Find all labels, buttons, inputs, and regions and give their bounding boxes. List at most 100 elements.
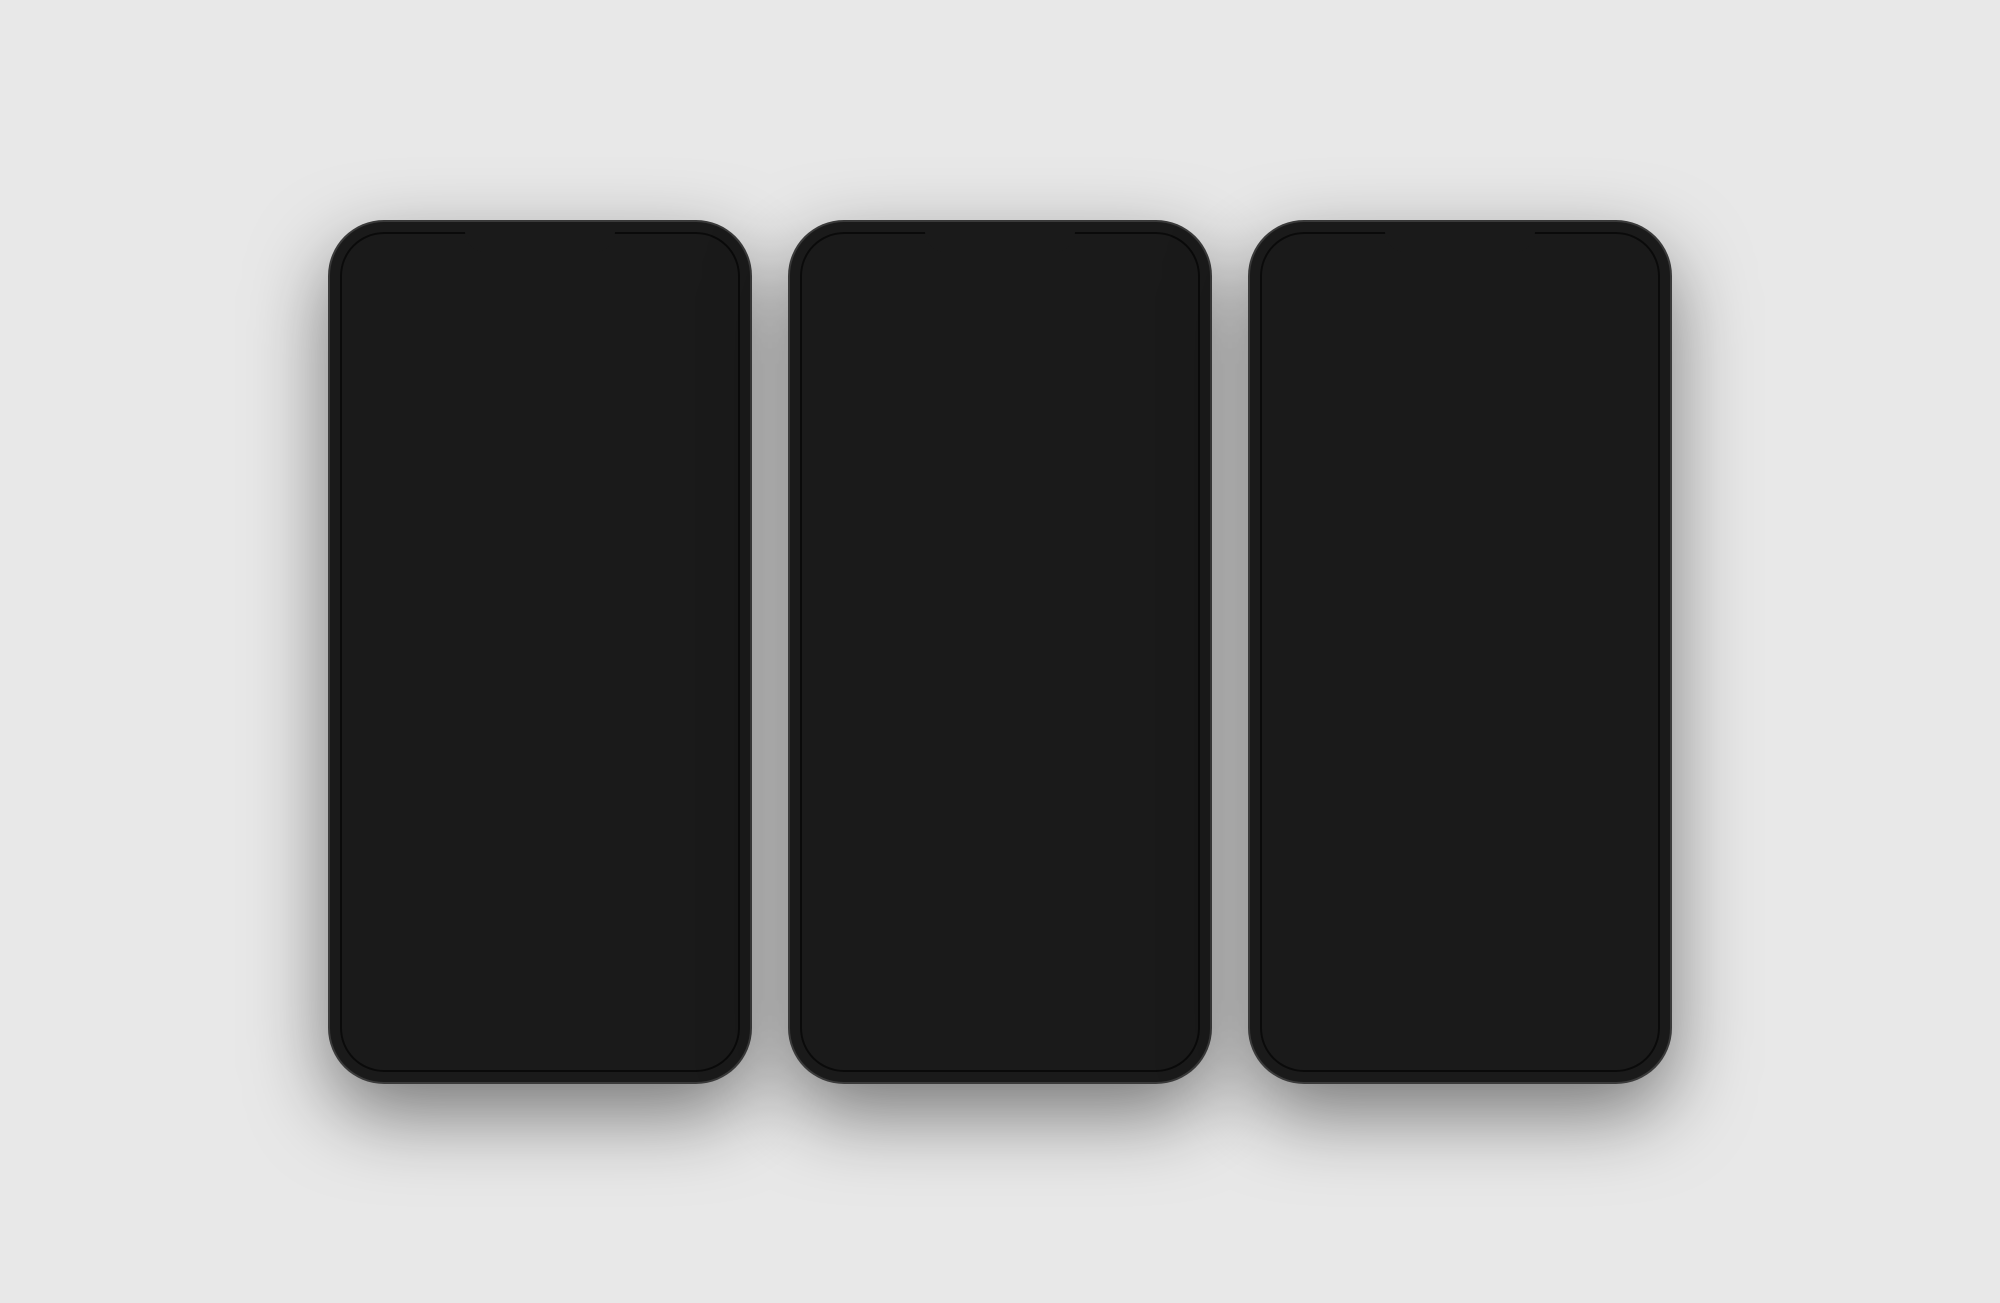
play-pause-button[interactable]: ⏸ <box>982 817 1018 878</box>
song-row[interactable]: EXODUS Exodus Honey ☁ Honeycut 80x <box>338 651 742 708</box>
mini-player-thumb <box>360 954 398 992</box>
evermore-art <box>1274 430 1454 610</box>
home-title: Home <box>1278 319 1642 358</box>
song-thumb-stupidlove <box>354 483 398 527</box>
song-info: Little Monster ☁ Royal Blood <box>410 833 707 867</box>
tab-library-3[interactable]: 🎶 <box>1481 1011 1541 1037</box>
song-info: Stupid Love Lady Gaga <box>410 488 713 522</box>
collage-cell-2 <box>1364 722 1454 812</box>
cloud-icon: ☁ <box>477 433 488 446</box>
playlist-collage: BACK INTHE U.S.A <box>1274 722 1454 902</box>
track-name: Good in Bed E <box>822 743 1028 769</box>
tab-browse[interactable]: 🔍 <box>460 1011 520 1037</box>
airplay-icon[interactable]: ((·)) <box>1158 940 1178 954</box>
pause-button-3[interactable]: ⏸ <box>1583 961 1593 984</box>
cloud-icon: ☁ <box>521 376 532 389</box>
song-info: I Think He Knows ☁ Taylor Swift <box>410 719 707 753</box>
phone2: 18:16 ●●● WiFi 🔋 <box>790 222 1210 1082</box>
album-card-grid: evermore Taylor Swift + 2w FLY AWAY Fly … <box>1258 422 1662 654</box>
battery-icon: 🔋 <box>704 239 718 252</box>
album-sub-flyaway: Tones And I + 1mo <box>1466 632 1646 646</box>
track-info: Good in Bed E Dua Lipa — Future Nostalgi… <box>798 727 1202 797</box>
play-count: 80x <box>707 672 726 686</box>
section-title-albums: Albums <box>338 905 742 939</box>
pause-button[interactable]: ⏸ <box>663 961 673 984</box>
song-info: The Man ☁ Taylor Swift <box>410 431 696 465</box>
song-thumb-goodinbed <box>354 369 398 413</box>
song-row[interactable]: The Man ☁ Taylor Swift ▷ 35m <box>338 420 742 477</box>
cloud-icon: ☁ <box>510 835 521 848</box>
mini-title-3: Good in Bed <box>1328 965 1583 981</box>
mini-player[interactable]: Good in Bed ⏸ ▶▶ <box>346 944 734 1002</box>
collage-cell-1 <box>1274 722 1364 812</box>
album-card-evermore[interactable]: evermore Taylor Swift + 2w <box>1274 430 1454 646</box>
battery-icon: 🔋 <box>1164 239 1178 252</box>
volume-high-icon: 🔊 <box>1158 898 1178 918</box>
section-label-recently-added: ALBUMS <box>1258 362 1662 388</box>
song-row[interactable]: ▼ Little Monster ☁ Royal Blood 78x <box>338 822 742 879</box>
song-row-stupid-love[interactable]: Stupid Love Lady Gaga + <box>338 477 742 534</box>
tab-browse-3[interactable]: 🔍 <box>1380 1011 1440 1037</box>
progress-bar[interactable] <box>822 706 1178 709</box>
dua-lipa-art <box>798 230 1202 690</box>
cloud-icon: ☁ <box>502 547 513 560</box>
song-title: I Think He Knows ☁ <box>410 719 707 737</box>
flyaway-art: FLY AWAY <box>1466 430 1646 610</box>
song-title: Little Monster ☁ <box>410 833 707 851</box>
tab-listen-3[interactable]: 🎵 <box>1279 1011 1339 1037</box>
song-row[interactable]: Paper Rings ☁ Taylor Swift ▷ 42m <box>338 534 742 591</box>
mini-thumb-3 <box>1280 954 1318 992</box>
browse-icon-3: 🔍 <box>1396 1011 1423 1037</box>
fast-forward-button[interactable]: ⏭ <box>1084 820 1129 874</box>
song-title: Stupid Love <box>410 488 713 506</box>
section-label-recently: SONGS <box>338 303 742 329</box>
home-header: Home <box>1258 279 1662 362</box>
phone3-screen: 18:16 ●●● WiFi 🔋 ≡ Home ALBUMS Recently … <box>1258 230 1662 1074</box>
album-card-flyaway[interactable]: FLY AWAY Fly Away - Single Tones And I +… <box>1466 430 1646 646</box>
tab-search[interactable]: ☰ <box>662 1011 722 1037</box>
menu-icon[interactable]: ≡ <box>358 304 369 325</box>
menu-icon[interactable]: ≡ <box>1274 258 1285 278</box>
app-header: Home <box>338 262 742 295</box>
heart-button[interactable]: ♡ <box>1156 751 1178 780</box>
bottom-row: ••• ((·)) <box>798 926 1202 976</box>
library-icon-3: 🎶 <box>1497 1011 1524 1037</box>
song-row[interactable]: I Think He Knows ☁ Taylor Swift 79x <box>338 708 742 765</box>
tab-library[interactable]: 🎶 <box>561 1011 621 1037</box>
song-info: Power ☁ Little Mix <box>410 776 707 810</box>
listen-icon: 🎵 <box>375 1011 402 1037</box>
song-artist: Taylor Swift <box>410 738 707 753</box>
phone1-music-app: ≡ Home SONGS Recently Played Good in Bed… <box>338 258 742 1074</box>
phone2-time: 18:16 <box>822 238 858 254</box>
progress-times: 0:09 -3:29 <box>822 713 1178 727</box>
progress-area[interactable]: 0:09 -3:29 <box>798 706 1202 727</box>
volume-slider[interactable] <box>852 906 1148 910</box>
mini-player-3[interactable]: Good in Bed ⏸ ▶▶ <box>1266 944 1654 1002</box>
song-title: Power ☁ <box>410 776 707 794</box>
tab-listen-now[interactable]: 🎵 <box>359 1011 419 1037</box>
song-row[interactable]: Power ☁ Little Mix 79x <box>338 765 742 822</box>
song-meta: ▷ 31m <box>696 385 726 396</box>
more-options-icon[interactable]: ••• <box>822 934 845 960</box>
next-button[interactable]: ▶▶ <box>689 960 720 985</box>
volume-control[interactable]: 🔈 🔊 <box>822 898 1178 918</box>
phone2-notch <box>925 222 1075 252</box>
collage-cell-4 <box>1364 812 1454 902</box>
phone3: 18:16 ●●● WiFi 🔋 ≡ Home ALBUMS Recently … <box>1250 222 1670 1082</box>
song-info: Good in Bed E ☁ Dua Lipa <box>410 374 696 408</box>
playlist-card-pop[interactable]: BACK INTHE U.S.A Pop Throwback Songs <box>1274 722 1454 938</box>
time-elapsed: 0:09 <box>822 713 845 727</box>
song-artist: Little Mix <box>410 795 707 810</box>
phone1: 18:17 ●●● WiFi 🔋 ≡ Home SONGS Recently P… <box>330 222 750 1082</box>
rewind-button[interactable]: ⏮ <box>871 820 916 874</box>
tab-search-3[interactable]: ☰ <box>1582 1011 1642 1037</box>
phone3-notch <box>1385 222 1535 252</box>
add-button[interactable]: + <box>713 492 726 518</box>
song-info: Paper Rings ☁ Taylor Swift <box>410 545 696 579</box>
wifi-icon: WiFi <box>676 240 699 252</box>
song-artist: Taylor Swift <box>410 564 696 579</box>
next-button-3[interactable]: ▶▶ <box>1609 960 1640 985</box>
tab-bar-3: 🎵 🔍 🎶 ☰ <box>1258 1002 1662 1074</box>
playlist-card-apple[interactable]:  Songs from Apple Ads 206 Songs <box>1466 722 1646 938</box>
song-row[interactable]: Good in Bed E ☁ Dua Lipa ▷ 31m <box>338 363 742 420</box>
